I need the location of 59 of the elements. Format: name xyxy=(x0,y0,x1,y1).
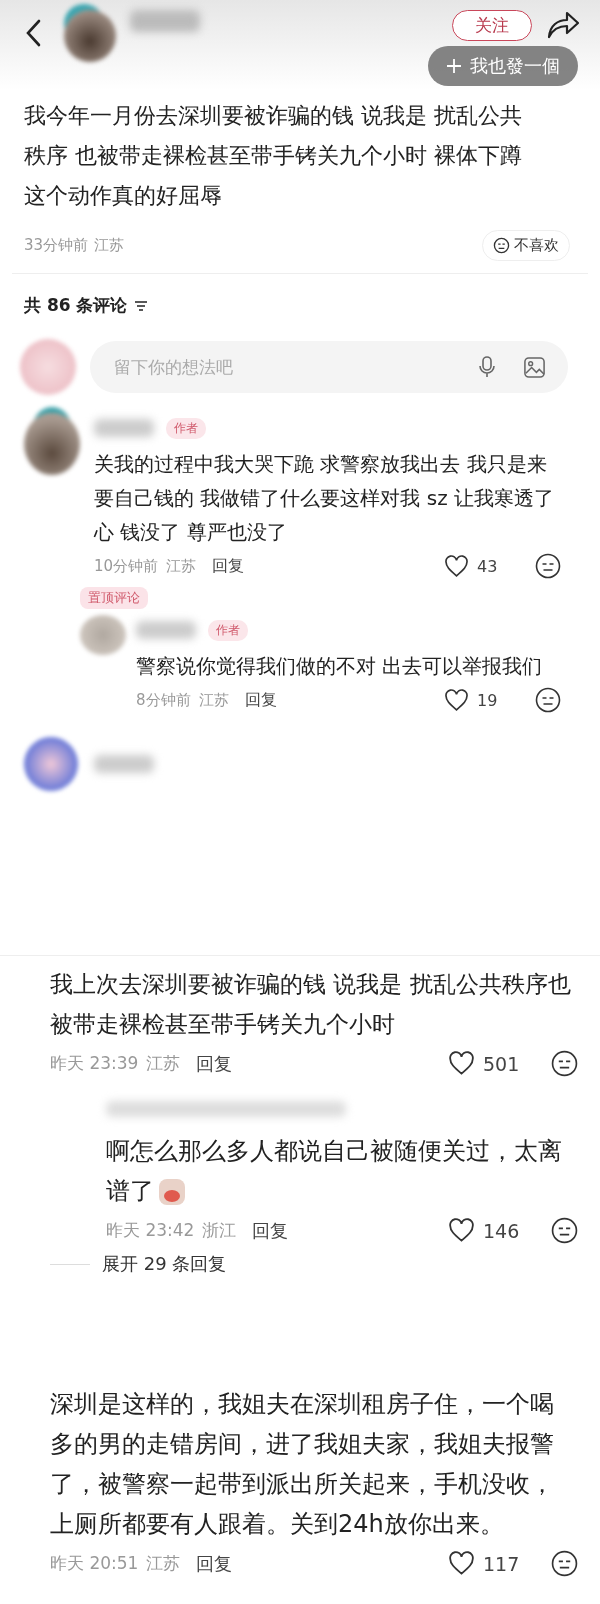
comment-location: 江苏 xyxy=(198,690,229,710)
dislike-face-icon[interactable] xyxy=(551,1217,578,1244)
heart-icon[interactable] xyxy=(444,554,469,578)
microphone-icon[interactable] xyxy=(477,355,497,379)
comment-count: 共 86 条评论 xyxy=(24,294,128,317)
like-count: 19 xyxy=(477,690,499,710)
like-count: 146 xyxy=(483,1219,521,1242)
comment-time: 昨天 20:51 xyxy=(50,1552,139,1575)
heart-icon[interactable] xyxy=(448,1551,475,1576)
heart-icon[interactable] xyxy=(444,688,469,712)
post-too-button[interactable]: 我也發一個 xyxy=(428,46,578,86)
dislike-face-icon[interactable] xyxy=(535,687,561,713)
share-icon[interactable] xyxy=(546,10,580,40)
reply-button[interactable]: 回复 xyxy=(188,1051,233,1076)
pinned-tag: 置顶评论 xyxy=(80,587,148,609)
heart-icon[interactable] xyxy=(448,1051,475,1076)
image-icon[interactable] xyxy=(523,355,546,379)
post-time: 33分钟前 xyxy=(24,236,89,255)
blurred-name xyxy=(136,621,196,639)
comment-location: 江苏 xyxy=(146,1552,181,1575)
reply-button[interactable]: 回复 xyxy=(236,689,277,711)
blurred-name xyxy=(94,755,154,773)
comment-text: 深圳是这样的，我姐夫在深圳租房子住，一个喝多的男的走错房间，进了我姐夫家，我姐夫报警了，被警察一起带到派出所关起来，手机没收，上厕所都要有人跟着。关到24h放你出来。 xyxy=(50,1389,555,1540)
neutral-face-icon xyxy=(493,237,510,254)
dislike-face-icon[interactable] xyxy=(551,1550,578,1577)
author-tag: 作者 xyxy=(166,417,206,439)
reply-text: 啊怎么那么多人都说自己被随便关过，太离谱了 xyxy=(106,1136,563,1208)
like-count: 43 xyxy=(477,556,499,576)
sort-icon[interactable] xyxy=(133,299,148,312)
blurred-name xyxy=(130,10,200,32)
reply-button[interactable]: 回复 xyxy=(188,1551,233,1576)
comment-time: 昨天 23:39 xyxy=(50,1052,139,1075)
comment-input[interactable]: 留下你的想法吧 xyxy=(112,356,451,378)
like-count: 117 xyxy=(483,1552,521,1575)
comment-text: 关我的过程中我大哭下跪 求警察放我出去 我只是来要自己钱的 我做错了什么要这样对我 sz 让我寒透了心 钱没了 尊严也没了 xyxy=(94,451,555,546)
follow-button[interactable]: 关注 xyxy=(452,10,532,41)
post-location: 江苏 xyxy=(94,236,125,255)
author-tag: 作者 xyxy=(208,619,248,641)
comment-time: 8分钟前 xyxy=(136,690,191,710)
expand-replies-button[interactable]: 展开 29 条回复 xyxy=(102,1252,227,1276)
comment-text: 我上次去深圳要被诈骗的钱 说我是 扰乱公共秩序也被带走裸检甚至带手铐关九个小时 xyxy=(50,970,572,1039)
blurred-name xyxy=(94,419,154,437)
avatar xyxy=(20,339,76,395)
reply-button[interactable]: 回复 xyxy=(244,1218,289,1243)
dislike-button[interactable]: 不喜欢 xyxy=(482,230,570,261)
reply-text: 警察说你觉得我们做的不对 出去可以举报我们 xyxy=(136,653,544,680)
comment-bar[interactable]: 留下你的想法吧 xyxy=(90,341,568,393)
reply-button[interactable]: 回复 xyxy=(204,555,245,577)
post-text: 我今年一月份去深圳要被诈骗的钱 说我是 扰乱公共秩序 也被带走裸检甚至带手铐关九个小时 裸体下蹲这个动作真的好屈辱 xyxy=(23,102,523,210)
comment-location: 江苏 xyxy=(166,556,197,576)
plus-icon xyxy=(446,58,462,74)
comment-time: 昨天 23:42 xyxy=(106,1219,195,1242)
dislike-face-icon[interactable] xyxy=(535,553,561,579)
dislike-face-icon[interactable] xyxy=(551,1050,578,1077)
like-count: 501 xyxy=(483,1052,521,1075)
heart-icon[interactable] xyxy=(448,1218,475,1243)
comment-time: 10分钟前 xyxy=(94,556,159,576)
comment-location: 浙江 xyxy=(202,1219,237,1242)
comment-location: 江苏 xyxy=(146,1052,181,1075)
